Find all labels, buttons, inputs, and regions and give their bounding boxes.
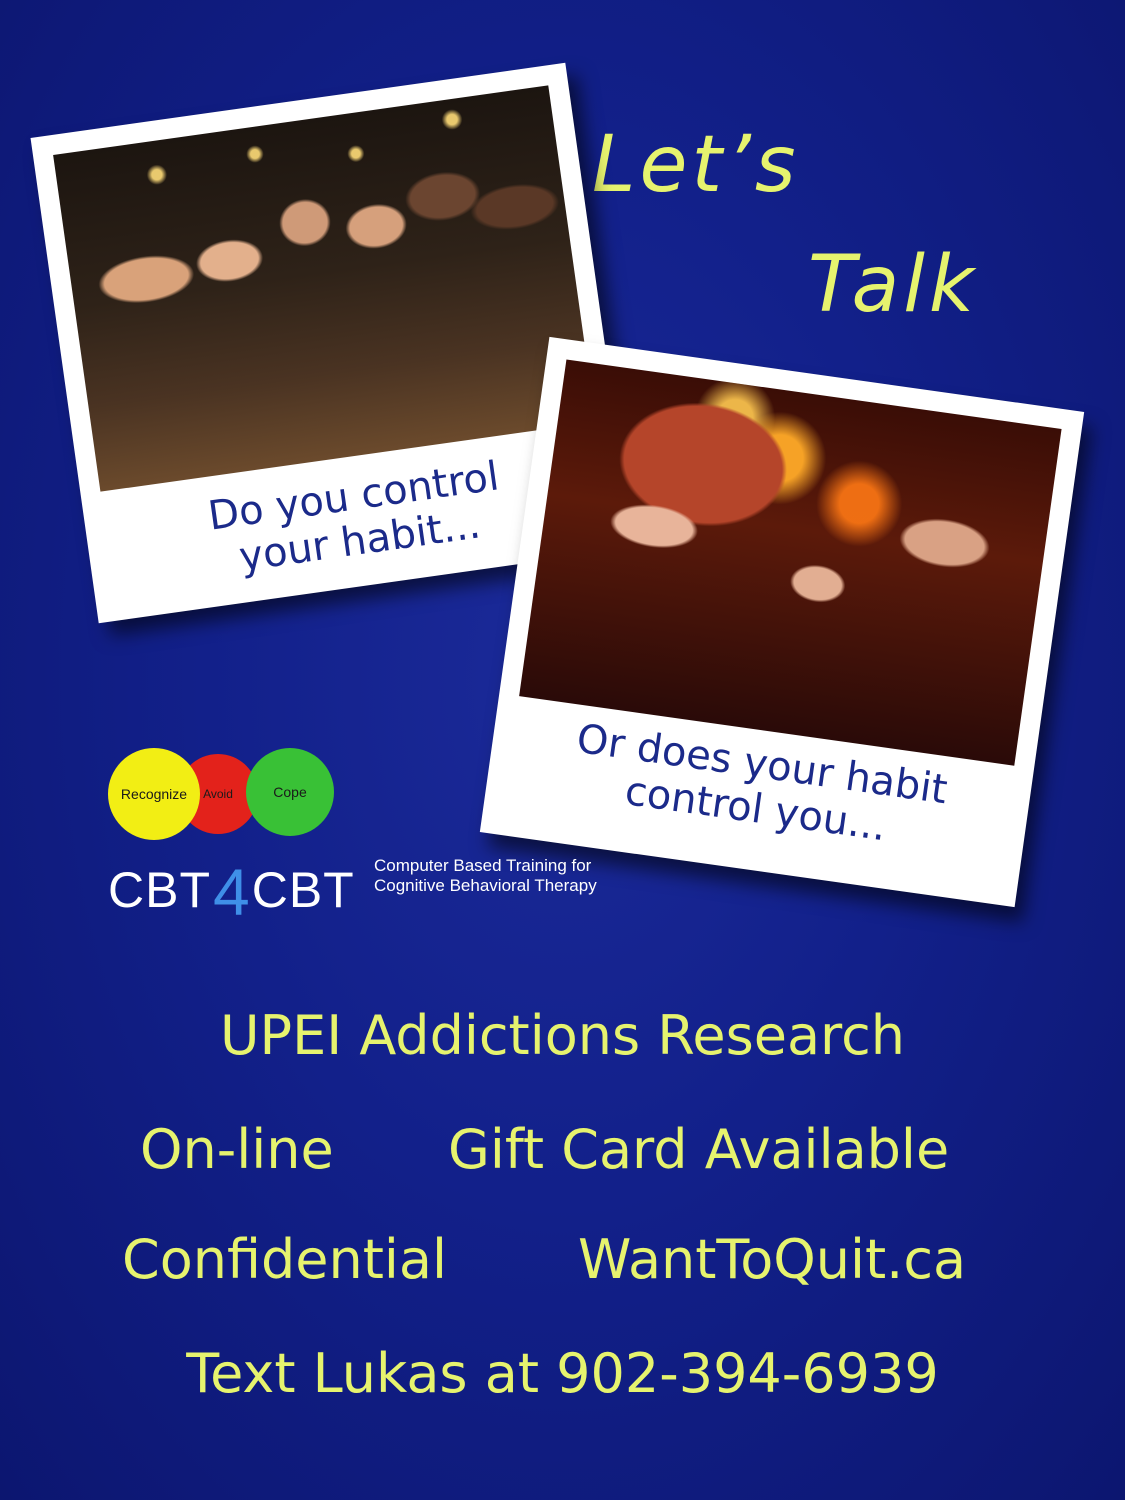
- logo-circles: Recognize Avoid Cope: [108, 748, 348, 840]
- logo-subtitle: Computer Based Training for Cognitive Be…: [374, 856, 597, 897]
- info-online: On-line: [140, 1118, 334, 1181]
- logo-wordmark: CBT 4 CBT: [108, 846, 355, 929]
- photo-party-dancing: [519, 359, 1062, 766]
- poster: Let’s Talk Do you control your habit... …: [0, 0, 1125, 1500]
- logo-circle-recognize: Recognize: [108, 748, 200, 840]
- logo-subtitle-line-1: Computer Based Training for: [374, 856, 592, 875]
- info-website[interactable]: WantToQuit.ca: [578, 1228, 966, 1291]
- logo-circle-cope: Cope: [246, 748, 334, 836]
- headline-talk: Talk: [808, 240, 979, 330]
- logo-wordmark-left: CBT: [108, 862, 211, 918]
- cbt4cbt-logo: Recognize Avoid Cope CBT 4 CBT Computer …: [108, 748, 608, 929]
- info-title: UPEI Addictions Research: [220, 1004, 905, 1067]
- logo-wordmark-four: 4: [213, 855, 250, 929]
- info-gift-card: Gift Card Available: [448, 1118, 950, 1181]
- info-confidential: Confidential: [122, 1228, 447, 1291]
- photo-friends-toasting: [53, 85, 596, 492]
- logo-wordmark-right: CBT: [251, 862, 355, 918]
- headline-lets: Let’s: [592, 120, 800, 210]
- info-contact: Text Lukas at 902-394-6939: [186, 1342, 939, 1405]
- logo-subtitle-line-2: Cognitive Behavioral Therapy: [374, 876, 597, 896]
